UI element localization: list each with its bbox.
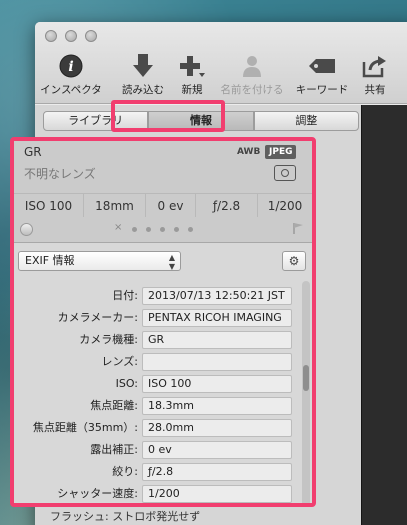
field-row-date: 日付: 2013/07/13 12:50:21 JST bbox=[14, 287, 312, 307]
field-value[interactable]: 0 ev bbox=[142, 441, 292, 459]
iso-value: ISO 100 bbox=[14, 194, 84, 217]
updown-arrows-icon: ▲ ▼ bbox=[168, 253, 175, 271]
rating-row: × bbox=[14, 219, 312, 239]
rating-dot[interactable] bbox=[146, 227, 151, 232]
tab-info[interactable]: 情報 bbox=[148, 111, 254, 131]
tag-icon bbox=[307, 52, 337, 80]
field-value[interactable]: 1/200 bbox=[142, 485, 292, 503]
name-faces-label: 名前を付ける bbox=[220, 84, 284, 96]
field-row-lens: レンズ: bbox=[14, 353, 312, 373]
field-row-focal-length-35mm: 焦点距離（35mm）: 28.0mm bbox=[14, 419, 312, 439]
field-row-shutter-speed: シャッター速度: 1/200 bbox=[14, 485, 312, 503]
preset-selected-label: EXIF 情報 bbox=[25, 254, 75, 267]
rating-dot[interactable] bbox=[160, 227, 165, 232]
name-faces-button[interactable]: 名前を付ける bbox=[216, 52, 288, 97]
color-label-menu[interactable] bbox=[20, 223, 33, 236]
lens-name: 不明なレンズ bbox=[24, 167, 96, 181]
field-value[interactable]: GR bbox=[142, 331, 292, 349]
exposure-summary: ISO 100 18mm 0 ev ƒ/2.8 1/200 bbox=[14, 193, 312, 217]
exposure-bias-value: 0 ev bbox=[146, 194, 196, 217]
focal-length-value: 18mm bbox=[84, 194, 146, 217]
shutter-value: 1/200 bbox=[267, 199, 303, 213]
field-value[interactable]: 2013/07/13 12:50:21 JST bbox=[142, 287, 292, 305]
rating-dot[interactable] bbox=[174, 227, 179, 232]
field-label: シャッター速度: bbox=[57, 487, 138, 500]
share-button[interactable]: 共有 bbox=[339, 52, 407, 97]
field-value[interactable]: 28.0mm bbox=[142, 419, 292, 437]
tab-library[interactable]: ライブラリ bbox=[43, 111, 149, 131]
toolbar: i インスペクタ 読み込む 新規 名前を付ける キーワード 共有 bbox=[35, 52, 407, 100]
camera-icon bbox=[274, 165, 296, 181]
field-row-exposure-bias: 露出補正: 0 ev bbox=[14, 441, 312, 461]
flag-icon[interactable] bbox=[292, 222, 304, 234]
aperture-value: ƒ/2.8 bbox=[196, 194, 258, 217]
inspector-tabs: ライブラリ 情報 調整 bbox=[43, 111, 359, 131]
info-icon: i bbox=[56, 52, 86, 80]
share-icon bbox=[360, 52, 390, 80]
metadata-preset-row: EXIF 情報 ▲ ▼ ⚙ bbox=[18, 251, 308, 273]
field-row-aperture: 絞り: ƒ/2.8 bbox=[14, 463, 312, 483]
tab-adjust[interactable]: 調整 bbox=[253, 111, 359, 131]
field-label: 焦点距離（35mm）: bbox=[32, 421, 138, 434]
zoom-window-button[interactable] bbox=[85, 30, 97, 42]
format-badge: JPEG bbox=[265, 145, 297, 159]
field-value[interactable]: ƒ/2.8 bbox=[142, 463, 292, 481]
close-window-button[interactable] bbox=[45, 30, 57, 42]
field-label: カメラメーカー: bbox=[57, 311, 138, 324]
titlebar: i インスペクタ 読み込む 新規 名前を付ける キーワード 共有 bbox=[35, 22, 407, 104]
inspector-button[interactable]: i インスペクタ bbox=[35, 52, 107, 97]
viewer-area bbox=[361, 105, 407, 525]
field-label: 絞り: bbox=[112, 465, 138, 478]
field-value[interactable]: PENTAX RICOH IMAGING bbox=[142, 309, 292, 327]
scrollbar-thumb[interactable] bbox=[303, 365, 309, 391]
fields-scrollbar[interactable] bbox=[302, 281, 310, 503]
star-rating[interactable] bbox=[132, 227, 193, 232]
reject-button[interactable]: × bbox=[114, 222, 122, 233]
share-label: 共有 bbox=[364, 84, 386, 96]
field-label: 露出補正: bbox=[90, 443, 138, 456]
field-label: カメラ機種: bbox=[79, 333, 138, 346]
field-label: ISO: bbox=[115, 377, 138, 390]
svg-text:i: i bbox=[68, 59, 73, 75]
field-row-camera-maker: カメラメーカー: PENTAX RICOH IMAGING bbox=[14, 309, 312, 329]
person-icon bbox=[237, 52, 267, 80]
info-panel: GR 不明なレンズ AWB JPEG ISO 100 18mm 0 ev ƒ/2… bbox=[10, 137, 316, 507]
field-value[interactable]: 18.3mm bbox=[142, 397, 292, 415]
minimize-window-button[interactable] bbox=[65, 30, 77, 42]
field-value[interactable] bbox=[142, 353, 292, 371]
field-value[interactable]: ISO 100 bbox=[142, 375, 292, 393]
metadata-preset-select[interactable]: EXIF 情報 ▲ ▼ bbox=[18, 251, 181, 271]
rating-dot[interactable] bbox=[188, 227, 193, 232]
camera-model: GR bbox=[24, 145, 42, 159]
import-arrow-icon bbox=[128, 52, 158, 80]
flash-field-partial: フラッシュ: ストロボ発光せず bbox=[50, 510, 201, 523]
inspector-label: インスペクタ bbox=[40, 84, 102, 96]
field-label: レンズ: bbox=[101, 355, 139, 368]
window-controls bbox=[45, 30, 97, 42]
new-label: 新規 bbox=[181, 84, 203, 96]
field-label: 焦点距離: bbox=[90, 399, 138, 412]
field-row-camera-model: カメラ機種: GR bbox=[14, 331, 312, 351]
photo-summary: GR 不明なレンズ AWB JPEG ISO 100 18mm 0 ev ƒ/2… bbox=[14, 141, 312, 243]
rating-dot[interactable] bbox=[132, 227, 137, 232]
gear-button[interactable]: ⚙ bbox=[282, 251, 306, 271]
field-row-iso: ISO: ISO 100 bbox=[14, 375, 312, 395]
field-label: 日付: bbox=[112, 289, 138, 302]
field-row-focal-length: 焦点距離: 18.3mm bbox=[14, 397, 312, 417]
plus-icon bbox=[177, 52, 207, 80]
gear-icon: ⚙ bbox=[288, 254, 300, 268]
white-balance-badge: AWB bbox=[237, 147, 261, 157]
